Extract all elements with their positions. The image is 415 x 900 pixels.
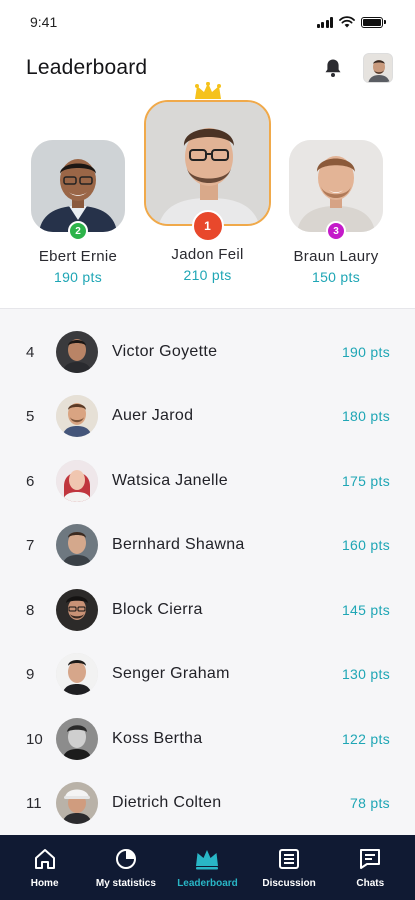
list-points: 122 pts	[341, 731, 390, 747]
nav-discussion[interactable]: Discussion	[259, 846, 319, 889]
list-rank: 7	[26, 536, 35, 554]
podium-name: Ebert Ernie	[38, 248, 118, 265]
avatar	[56, 460, 98, 502]
list-points: 175 pts	[341, 473, 390, 489]
list-rank: 9	[26, 665, 35, 683]
podium: 2 Ebert Ernie 190 pts 1 Jadon Feil 210 p…	[0, 80, 415, 308]
list-rank: 10	[26, 730, 43, 748]
list-item[interactable]: 8 Block Cierra 145 pts	[0, 578, 415, 642]
nav-leaderboard[interactable]: Leaderboard	[177, 846, 238, 889]
rank-badge-3: 3	[326, 221, 346, 241]
podium-photo: 1	[144, 82, 271, 242]
list-name: Block Cierra	[112, 601, 203, 618]
rank-badge-number: 1	[204, 219, 211, 233]
podium-second-place[interactable]: 2 Ebert Ernie 190 pts	[18, 140, 138, 285]
list-points: 130 pts	[341, 666, 390, 682]
avatar	[56, 589, 98, 631]
list-name: Dietrich Colten	[112, 794, 222, 811]
podium-name: Jadon Feil	[171, 246, 244, 263]
rank-badge-number: 2	[75, 225, 81, 237]
list-name: Bernhard Shawna	[112, 536, 245, 553]
avatar	[56, 524, 98, 566]
list-name: Senger Graham	[112, 665, 230, 682]
podium-points: 210 pts	[183, 267, 232, 283]
home-icon	[32, 846, 58, 872]
rank-badge-number: 3	[333, 225, 339, 237]
podium-third-place[interactable]: 3 Braun Laury 150 pts	[276, 140, 396, 285]
list-points: 190 pts	[341, 344, 390, 360]
avatar	[56, 331, 98, 373]
list-item[interactable]: 5 Auer Jarod 180 pts	[0, 384, 415, 448]
list-name: Watsica Janelle	[112, 472, 228, 489]
list-item[interactable]: 11 Dietrich Colten 78 pts	[0, 771, 415, 835]
header-actions	[323, 53, 393, 83]
status-icons	[316, 16, 386, 28]
list-item[interactable]: 6 Watsica Janelle 175 pts	[0, 449, 415, 513]
list-points: 160 pts	[341, 537, 390, 553]
list-item[interactable]: 7 Bernhard Shawna 160 pts	[0, 513, 415, 577]
list-name: Auer Jarod	[112, 407, 194, 424]
list-rank: 8	[26, 601, 35, 619]
notification-bell-icon[interactable]	[323, 57, 343, 79]
signal-icon	[316, 16, 333, 28]
nav-label: Home	[30, 878, 59, 889]
podium-photo: 2	[31, 140, 125, 241]
status-bar: 9:41	[0, 0, 415, 44]
nav-chats[interactable]: Chats	[340, 846, 400, 889]
list-rank: 4	[26, 343, 35, 361]
podium-points: 150 pts	[311, 269, 361, 285]
nav-home[interactable]: Home	[15, 846, 75, 889]
list-item[interactable]: 10 Koss Bertha 122 pts	[0, 707, 415, 771]
pie-chart-icon	[113, 846, 139, 872]
avatar	[56, 653, 98, 695]
avatar	[56, 782, 98, 824]
avatar	[56, 395, 98, 437]
avatar	[56, 718, 98, 760]
wifi-icon	[339, 16, 355, 28]
rank-badge-2: 2	[68, 221, 88, 241]
nav-my-statistics[interactable]: My statistics	[96, 846, 156, 889]
status-time: 9:41	[30, 14, 58, 30]
nav-label: Chats	[356, 878, 385, 889]
list-points: 180 pts	[341, 408, 390, 424]
list-icon	[276, 846, 302, 872]
nav-label: Leaderboard	[177, 878, 238, 889]
list-rank: 6	[26, 472, 35, 490]
podium-name: Braun Laury	[293, 248, 379, 265]
profile-avatar[interactable]	[363, 53, 393, 83]
page-title: Leaderboard	[26, 56, 148, 79]
chat-icon	[357, 846, 383, 872]
crown-icon	[194, 846, 220, 872]
podium-first-place[interactable]: 1 Jadon Feil 210 pts	[144, 82, 271, 283]
podium-photo: 3	[289, 140, 383, 241]
list-name: Koss Bertha	[112, 730, 203, 747]
list-item[interactable]: 9 Senger Graham 130 pts	[0, 642, 415, 706]
crown-icon	[194, 82, 221, 99]
list-item[interactable]: 4 Victor Goyette 190 pts	[0, 320, 415, 384]
nav-label: My statistics	[95, 878, 156, 889]
nav-label: Discussion	[262, 878, 316, 889]
list-points: 145 pts	[341, 602, 390, 618]
list-name: Victor Goyette	[112, 343, 218, 360]
rank-badge-1: 1	[191, 210, 224, 242]
leaderboard-list[interactable]: 4 Victor Goyette 190 pts 5 Auer Jarod 18…	[0, 308, 415, 835]
list-points: 78 pts	[350, 795, 390, 811]
battery-icon	[361, 16, 386, 28]
bottom-navigation: Home My statistics Leaderboard Discussio…	[0, 835, 415, 900]
list-rank: 5	[26, 407, 35, 425]
list-rank: 11	[26, 794, 42, 812]
podium-points: 190 pts	[53, 269, 103, 285]
